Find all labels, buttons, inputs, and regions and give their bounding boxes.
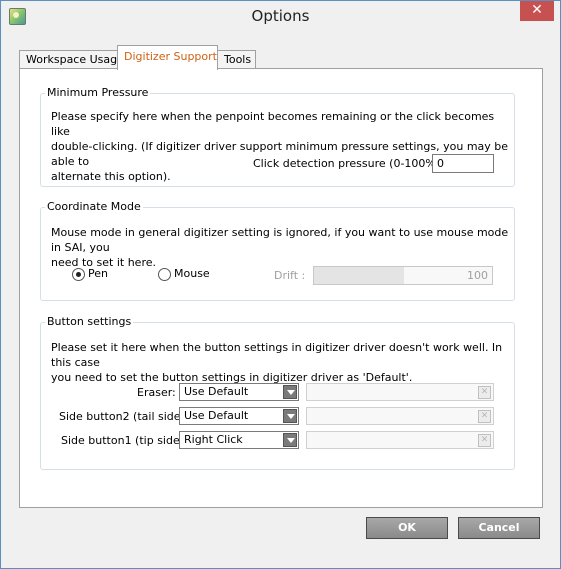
tab-digitizer-support[interactable]: Digitizer Support (117, 45, 218, 70)
eraser-select[interactable]: Use Default (179, 383, 299, 401)
options-window: Options ✕ Workspace Usage Digitizer Supp… (0, 0, 561, 569)
group-title-button-settings: Button settings (45, 315, 134, 328)
ok-button[interactable]: OK (366, 517, 448, 539)
window-title: Options (251, 7, 310, 25)
side-button2-select[interactable]: Use Default (179, 407, 299, 425)
mouse-radio[interactable] (158, 268, 171, 281)
title-bar[interactable]: Options ✕ (1, 1, 560, 32)
eraser-select-value: Use Default (184, 385, 249, 398)
tab-workspace-usage[interactable]: Workspace Usage (19, 50, 124, 70)
coordinate-mode-description: Mouse mode in general digitizer setting … (51, 225, 514, 270)
drift-label: Drift : (274, 269, 306, 282)
minimum-pressure-group: Minimum Pressure Please specify here whe… (40, 86, 515, 187)
click-pressure-input[interactable]: 0 (432, 154, 494, 173)
side-button2-label: Side button2 (tail side): (59, 410, 189, 423)
group-title-minimum-pressure: Minimum Pressure (45, 86, 151, 99)
cancel-button[interactable]: Cancel (458, 517, 540, 539)
chevron-down-icon[interactable] (283, 385, 297, 399)
coordinate-mode-group: Coordinate Mode Mouse mode in general di… (40, 200, 515, 301)
side-button1-label: Side button1 (tip side): (61, 434, 188, 447)
tab-tools[interactable]: Tools (217, 50, 256, 70)
side-button1-key-field[interactable]: ✕ (306, 431, 494, 449)
eraser-clear-button[interactable]: ✕ (478, 386, 491, 399)
chevron-down-icon[interactable] (283, 433, 297, 447)
side-button2-clear-button[interactable]: ✕ (478, 410, 491, 423)
pen-radio[interactable] (72, 268, 85, 281)
desc-line: Please set it here when the button setti… (51, 341, 503, 369)
mouse-radio-label[interactable]: Mouse (174, 267, 210, 280)
desc-line: Please specify here when the penpoint be… (51, 110, 495, 138)
desc-line: Mouse mode in general digitizer setting … (51, 226, 509, 254)
chevron-down-icon[interactable] (283, 409, 297, 423)
button-settings-description: Please set it here when the button setti… (51, 340, 514, 385)
button-settings-group: Button settings Please set it here when … (40, 315, 515, 470)
side-button1-select-value: Right Click (184, 433, 243, 446)
drift-slider-fill (314, 267, 404, 284)
dialog-body: Workspace Usage Digitizer Support Tools … (9, 32, 552, 562)
side-button2-key-field[interactable]: ✕ (306, 407, 494, 425)
digitizer-support-panel: Minimum Pressure Please specify here whe… (19, 68, 543, 508)
side-button2-select-value: Use Default (184, 409, 249, 422)
click-pressure-label: Click detection pressure (0-100%) : (253, 157, 448, 170)
eraser-label: Eraser: (137, 386, 176, 399)
side-button1-select[interactable]: Right Click (179, 431, 299, 449)
pen-radio-label[interactable]: Pen (88, 267, 108, 280)
close-button[interactable]: ✕ (520, 1, 554, 21)
drift-slider[interactable]: 100 (313, 266, 493, 285)
eraser-key-field[interactable]: ✕ (306, 383, 494, 401)
drift-value: 100 (467, 269, 488, 282)
side-button1-clear-button[interactable]: ✕ (478, 434, 491, 447)
group-title-coordinate-mode: Coordinate Mode (45, 200, 143, 213)
